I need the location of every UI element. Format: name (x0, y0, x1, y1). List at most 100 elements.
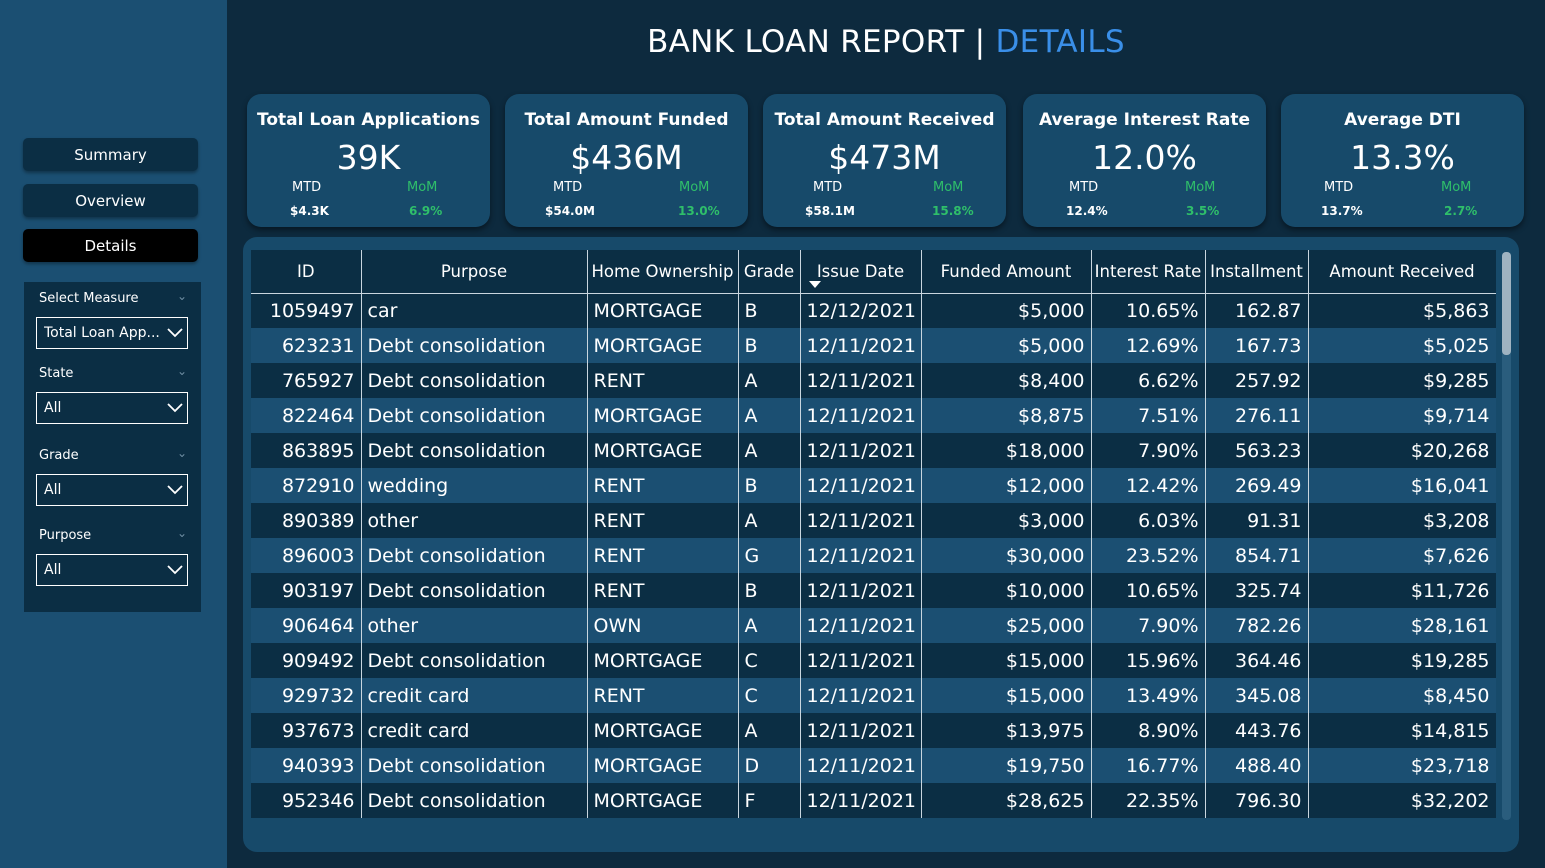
cell-home-ownership: RENT (587, 573, 739, 608)
column-header-grade[interactable]: Grade (738, 250, 801, 294)
cell-funded-amount: $3,000 (921, 503, 1092, 538)
table-row[interactable]: 952346 Debt consolidation MORTGAGE F 12/11/2… (251, 783, 1496, 818)
table-row[interactable]: 890389 other RENT A 12/11/2021 $3,000 6.03% 91.… (251, 503, 1496, 538)
column-header-amount-received[interactable]: Amount Received (1308, 250, 1496, 294)
cell-installment: 796.30 (1205, 783, 1309, 818)
column-header-purpose[interactable]: Purpose (361, 250, 588, 294)
kpi-mom-label: MoM (1441, 180, 1472, 195)
state-dropdown[interactable]: All (36, 392, 188, 424)
cell-funded-amount: $15,000 (921, 643, 1092, 678)
table-row[interactable]: 1059497 car MORTGAGE B 12/12/2021 $5,000 10.65… (251, 293, 1496, 328)
kpi-mom-value: 15.8% (932, 204, 974, 218)
column-header-installment[interactable]: Installment (1205, 250, 1309, 294)
cell-grade: C (738, 678, 801, 713)
cell-interest-rate: 7.90% (1091, 608, 1206, 643)
kpi-value: $473M (828, 138, 941, 177)
cell-interest-rate: 6.62% (1091, 363, 1206, 398)
kpi-mtd-label: MTD (1069, 180, 1099, 195)
cell-amount-received: $5,025 (1308, 328, 1496, 363)
kpi-card-average-dti: Average DTI 13.3% MTD MoM 13.7% 2.7% (1281, 94, 1524, 227)
kpi-mom-value: 3.5% (1186, 204, 1220, 218)
cell-amount-received: $16,041 (1308, 468, 1496, 503)
page-title: BANK LOAN REPORT | DETAILS (227, 24, 1545, 60)
column-header-home-ownership[interactable]: Home Ownership (587, 250, 739, 294)
cell-grade: F (738, 783, 801, 818)
cell-issue-date: 12/11/2021 (800, 608, 922, 643)
cell-home-ownership: MORTGAGE (587, 293, 739, 328)
cell-home-ownership: MORTGAGE (587, 643, 739, 678)
cell-interest-rate: 10.65% (1091, 573, 1206, 608)
kpi-value: 13.3% (1350, 138, 1455, 177)
cell-funded-amount: $12,000 (921, 468, 1092, 503)
table-row[interactable]: 940393 Debt consolidation MORTGAGE D 12/11/2… (251, 748, 1496, 783)
cell-purpose: Debt consolidation (361, 398, 588, 433)
nav-summary-button[interactable]: Summary (23, 138, 198, 171)
cell-id: 1059497 (251, 293, 362, 328)
table-row[interactable]: 909492 Debt consolidation MORTGAGE C 12/11/2… (251, 643, 1496, 678)
cell-grade: A (738, 713, 801, 748)
cell-home-ownership: RENT (587, 503, 739, 538)
select-measure-label: Select Measure (39, 291, 139, 306)
table-row[interactable]: 896003 Debt consolidation RENT G 12/11/2021 $… (251, 538, 1496, 573)
table-row[interactable]: 929732 credit card RENT C 12/11/2021 $15,000 1… (251, 678, 1496, 713)
scrollbar-thumb[interactable] (1502, 252, 1511, 355)
cell-id: 872910 (251, 468, 362, 503)
cell-interest-rate: 15.96% (1091, 643, 1206, 678)
cell-installment: 325.74 (1205, 573, 1309, 608)
kpi-card-total-amount-funded: Total Amount Funded $436M MTD MoM $54.0M… (505, 94, 748, 227)
column-header-interest-rate[interactable]: Interest Rate (1091, 250, 1206, 294)
kpi-value: 12.0% (1092, 138, 1197, 177)
column-header-funded-amount[interactable]: Funded Amount (921, 250, 1092, 294)
table-row[interactable]: 872910 wedding RENT B 12/11/2021 $12,000 12.42… (251, 468, 1496, 503)
cell-id: 890389 (251, 503, 362, 538)
cell-installment: 269.49 (1205, 468, 1309, 503)
table-row[interactable]: 765927 Debt consolidation RENT A 12/11/2021 $… (251, 363, 1496, 398)
cell-funded-amount: $8,400 (921, 363, 1092, 398)
cell-id: 929732 (251, 678, 362, 713)
cell-amount-received: $11,726 (1308, 573, 1496, 608)
cell-home-ownership: MORTGAGE (587, 713, 739, 748)
cell-id: 937673 (251, 713, 362, 748)
cell-funded-amount: $15,000 (921, 678, 1092, 713)
select-measure-dropdown[interactable]: Total Loan App... (36, 317, 188, 349)
cell-interest-rate: 6.03% (1091, 503, 1206, 538)
page-title-main: BANK LOAN REPORT | (647, 24, 986, 60)
table-row[interactable]: 937673 credit card MORTGAGE A 12/11/2021 $13,… (251, 713, 1496, 748)
table-row[interactable]: 623231 Debt consolidation MORTGAGE B 12/11/2… (251, 328, 1496, 363)
table-scrollbar[interactable] (1502, 252, 1511, 820)
kpi-title: Average DTI (1344, 110, 1461, 130)
cell-interest-rate: 22.35% (1091, 783, 1206, 818)
cell-purpose: other (361, 608, 588, 643)
cell-interest-rate: 12.42% (1091, 468, 1206, 503)
table-row[interactable]: 903197 Debt consolidation RENT B 12/11/2021 $… (251, 573, 1496, 608)
grade-dropdown[interactable]: All (36, 474, 188, 506)
cell-installment: 167.73 (1205, 328, 1309, 363)
page-title-accent: DETAILS (995, 24, 1125, 60)
cell-purpose: credit card (361, 713, 588, 748)
cell-interest-rate: 12.69% (1091, 328, 1206, 363)
table-row[interactable]: 863895 Debt consolidation MORTGAGE A 12/11/2… (251, 433, 1496, 468)
cell-purpose: Debt consolidation (361, 538, 588, 573)
nav-overview-button[interactable]: Overview (23, 184, 198, 217)
table-row[interactable]: 822464 Debt consolidation MORTGAGE A 12/11/2… (251, 398, 1496, 433)
kpi-title: Total Loan Applications (257, 110, 480, 130)
chevron-down-icon[interactable]: ⌄ (177, 526, 187, 540)
chevron-down-icon[interactable]: ⌄ (177, 289, 187, 303)
purpose-dropdown[interactable]: All (36, 554, 188, 586)
table-header-row: ID Purpose Home Ownership Grade Issue Da… (251, 250, 1496, 294)
column-header-id[interactable]: ID (251, 250, 362, 294)
cell-installment: 345.08 (1205, 678, 1309, 713)
cell-funded-amount: $5,000 (921, 293, 1092, 328)
cell-home-ownership: MORTGAGE (587, 748, 739, 783)
table-row[interactable]: 906464 other OWN A 12/11/2021 $25,000 7.90% 782… (251, 608, 1496, 643)
chevron-down-icon[interactable]: ⌄ (177, 364, 187, 378)
cell-purpose: Debt consolidation (361, 783, 588, 818)
cell-id: 952346 (251, 783, 362, 818)
kpi-mtd-value: $54.0M (545, 204, 595, 218)
cell-id: 903197 (251, 573, 362, 608)
kpi-card-total-loan-applications: Total Loan Applications 39K MTD MoM $4.3… (247, 94, 490, 227)
nav-details-button[interactable]: Details (23, 229, 198, 262)
chevron-down-icon[interactable]: ⌄ (177, 446, 187, 460)
dropdown-arrow-icon (163, 565, 187, 575)
column-header-issue-date[interactable]: Issue Date (800, 250, 922, 294)
